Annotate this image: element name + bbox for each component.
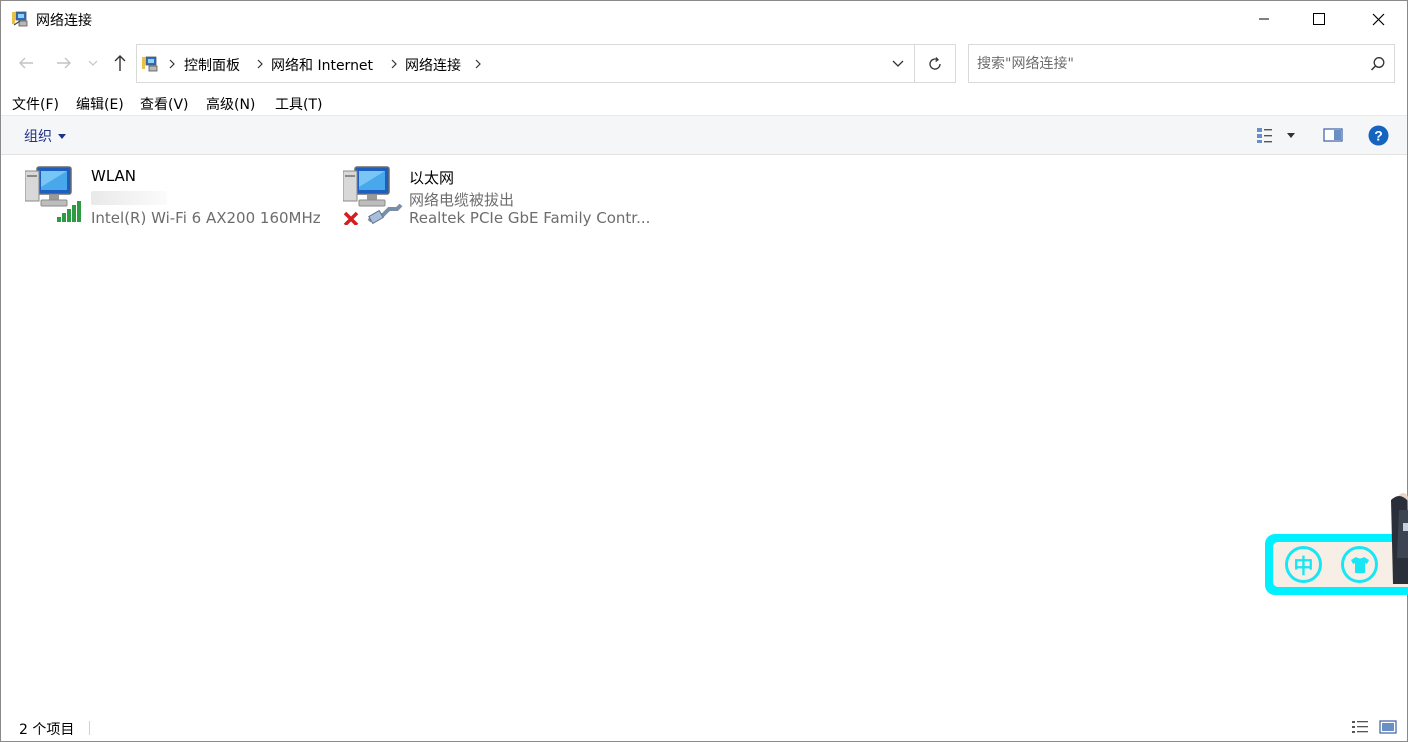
connection-name: WLAN — [91, 167, 137, 185]
menu-bar: 文件(F) 编辑(E) 查看(V) 高级(N) 工具(T) — [1, 91, 1407, 115]
menu-edit[interactable]: 编辑(E) — [76, 94, 124, 114]
status-divider — [89, 721, 90, 735]
close-button[interactable] — [1351, 1, 1405, 37]
wlan-adapter-icon — [25, 166, 81, 222]
chevron-right-icon[interactable] — [389, 56, 399, 72]
search-box[interactable] — [968, 44, 1395, 83]
chevron-right-icon[interactable] — [473, 56, 483, 72]
ime-skin-button[interactable] — [1341, 546, 1378, 583]
address-bar[interactable]: 控制面板 网络和 Internet 网络连接 — [136, 44, 956, 83]
breadcrumb-network-internet[interactable]: 网络和 Internet — [271, 55, 373, 75]
connection-item-ethernet[interactable]: 以太网 网络电缆被拔出 Realtek PCIe GbE Family Cont… — [343, 163, 653, 233]
ethernet-disconnected-icon — [343, 166, 403, 225]
recent-locations-button[interactable] — [85, 52, 101, 74]
window-title: 网络连接 — [36, 13, 92, 29]
chevron-down-icon — [88, 60, 98, 66]
organize-label: 组织 — [24, 129, 52, 145]
breadcrumb-network-connections[interactable]: 网络连接 — [405, 55, 461, 75]
connection-item-wlan[interactable]: WLAN Intel(R) Wi-Fi 6 AX200 160MHz — [25, 163, 325, 233]
minimize-icon — [1259, 18, 1269, 20]
close-icon — [1372, 13, 1384, 25]
chevron-right-icon[interactable] — [255, 56, 265, 72]
up-button[interactable] — [109, 52, 131, 74]
maximize-icon — [1313, 13, 1325, 25]
arrow-right-icon — [57, 57, 71, 69]
refresh-icon — [929, 56, 941, 70]
view-options-dropdown[interactable] — [1285, 124, 1297, 146]
menu-view[interactable]: 查看(V) — [140, 94, 189, 114]
connection-status: 网络电缆被拔出 — [409, 191, 515, 209]
connection-status-redacted — [91, 191, 167, 205]
back-button[interactable] — [15, 52, 37, 74]
mascot-figure-icon — [1391, 493, 1408, 584]
shirt-icon — [1350, 556, 1369, 573]
menu-advanced[interactable]: 高级(N) — [206, 94, 255, 114]
item-count: 2 个项目 — [19, 722, 75, 738]
help-icon: ? — [1368, 125, 1388, 145]
preview-pane-button[interactable] — [1322, 124, 1344, 146]
change-view-button[interactable] — [1255, 124, 1275, 146]
forward-button[interactable] — [53, 52, 75, 74]
ime-language-button[interactable]: 中 — [1285, 546, 1322, 583]
caret-down-icon — [1287, 132, 1295, 138]
maximize-button[interactable] — [1292, 1, 1346, 37]
help-button[interactable]: ? — [1367, 124, 1389, 146]
caret-down-icon — [58, 133, 66, 139]
connection-adapter: Intel(R) Wi-Fi 6 AX200 160MHz — [91, 209, 321, 227]
menu-tools[interactable]: 工具(T) — [275, 94, 322, 114]
network-connections-icon — [12, 11, 28, 27]
refresh-button[interactable] — [914, 45, 955, 82]
breadcrumb-control-panel[interactable]: 控制面板 — [184, 55, 240, 75]
details-view-toggle-icon[interactable] — [1351, 719, 1369, 735]
network-connections-icon — [142, 56, 158, 72]
details-view-icon — [1257, 128, 1272, 143]
chevron-down-icon — [892, 60, 903, 67]
connection-adapter: Realtek PCIe GbE Family Contr... — [409, 209, 651, 227]
preview-pane-icon — [1323, 128, 1343, 142]
status-bar: 2 个项目 — [1, 713, 1407, 741]
organize-button[interactable]: 组织 — [24, 126, 66, 146]
svg-text:?: ? — [1374, 127, 1383, 143]
arrow-up-icon — [114, 55, 126, 71]
connection-name: 以太网 — [409, 169, 455, 187]
search-icon[interactable] — [1369, 55, 1387, 73]
address-dropdown-button[interactable] — [881, 45, 914, 82]
chevron-right-icon — [169, 59, 175, 69]
command-bar: 组织 ? — [1, 115, 1407, 155]
menu-file[interactable]: 文件(F) — [12, 94, 59, 114]
title-bar: 网络连接 — [1, 1, 1407, 37]
arrow-left-icon — [19, 57, 33, 69]
explorer-window: 网络连接 控制面板 网络和 Internet 网络连接 搜索"网络连接" 文件(… — [0, 0, 1408, 742]
search-input[interactable] — [977, 54, 1357, 74]
large-icons-view-toggle-icon[interactable] — [1379, 719, 1397, 735]
minimize-button[interactable] — [1237, 1, 1291, 37]
